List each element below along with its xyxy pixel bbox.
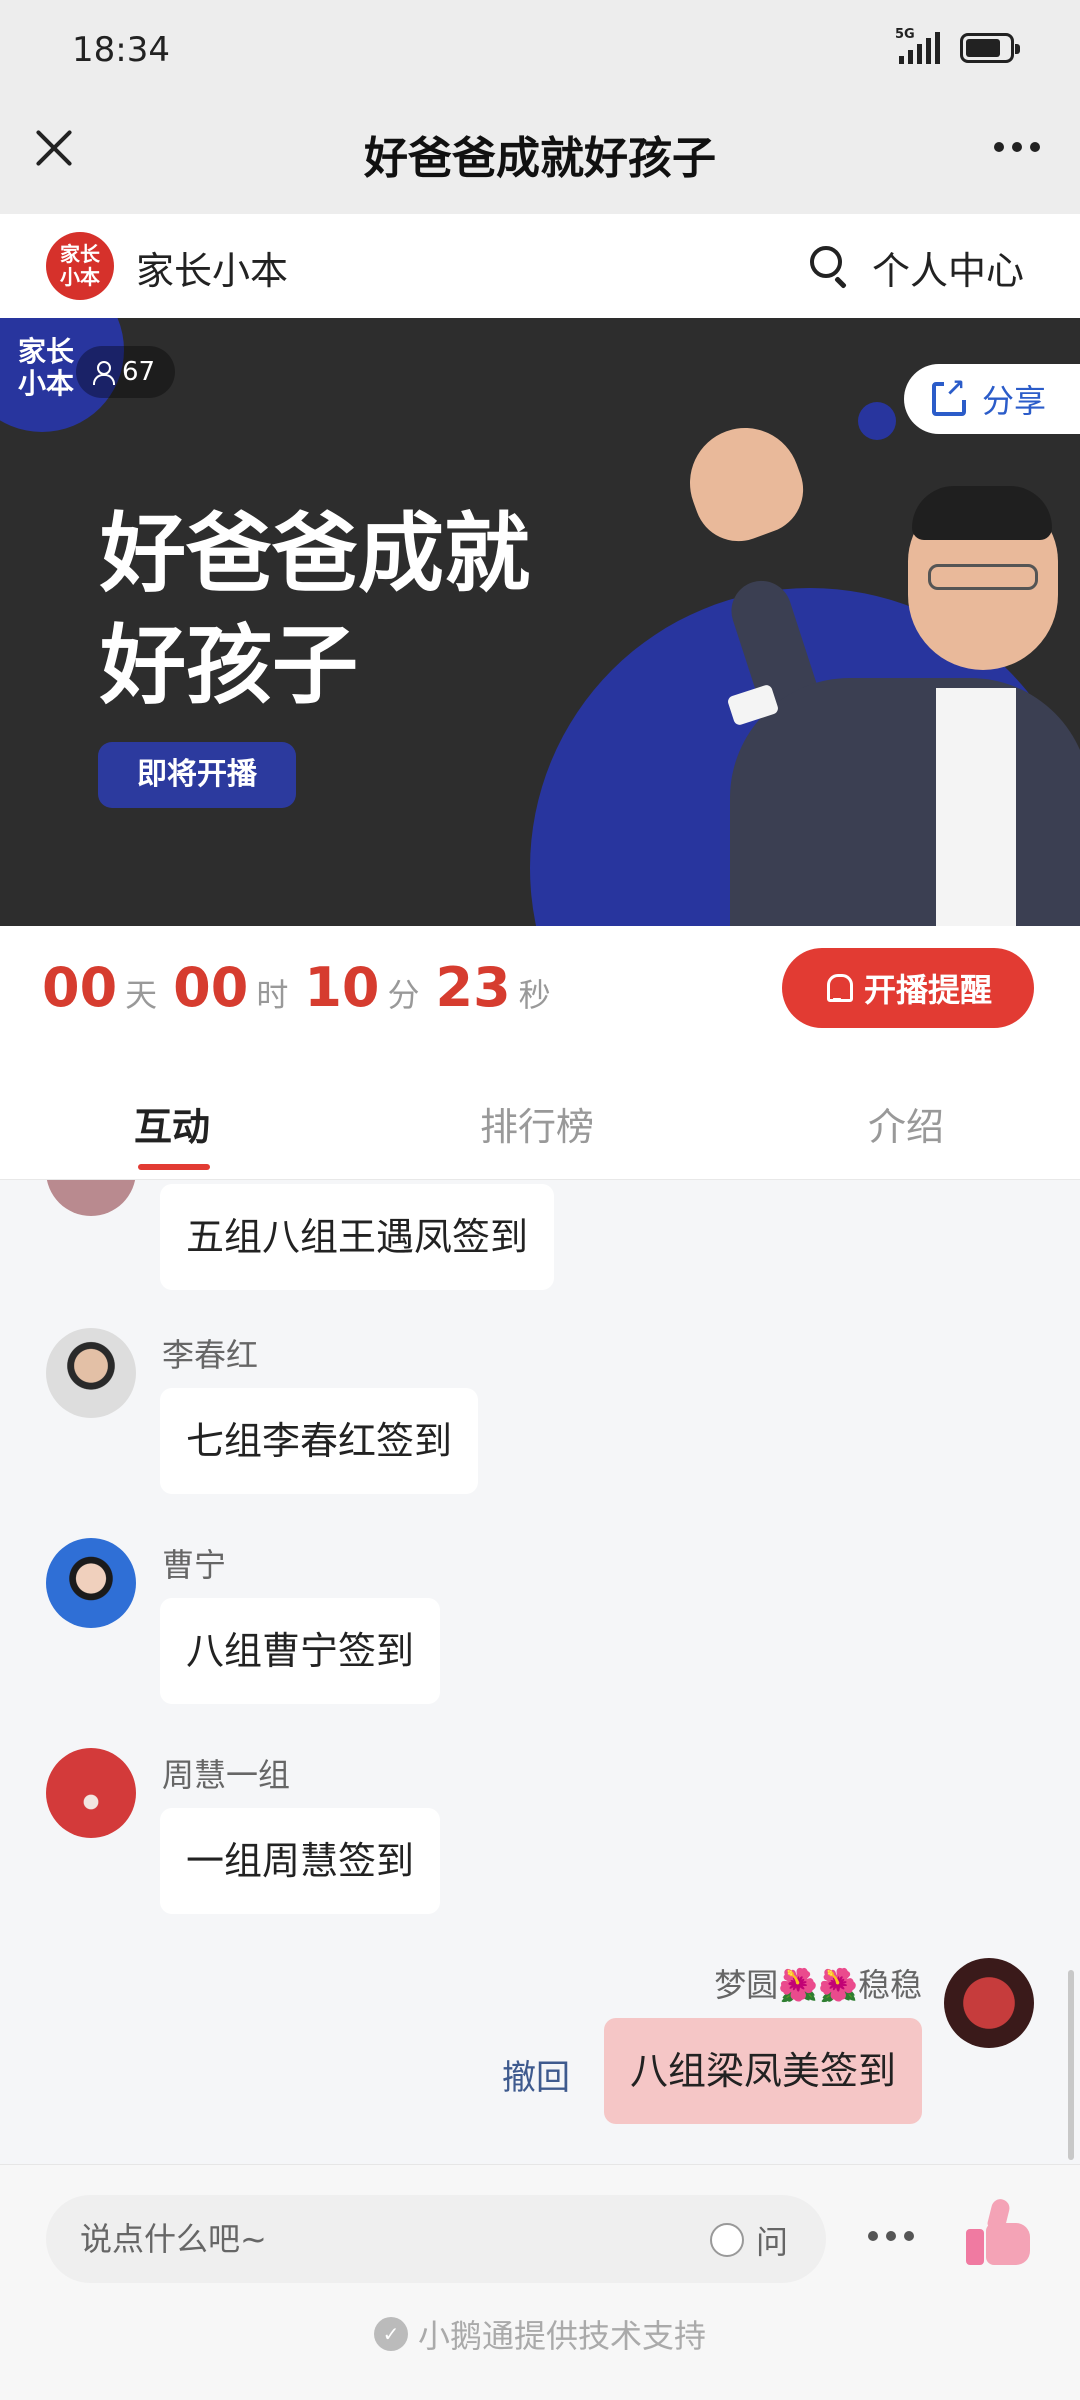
sender-name: 李春红 xyxy=(162,1336,259,1374)
chat-list[interactable]: 五组八组王遇凤签到 李春红 七组李春红签到 曹宁 八组曹宁签到 周慧一组 一组周… xyxy=(0,1180,1080,2164)
avatar[interactable] xyxy=(46,1180,136,1216)
presenter-photo xyxy=(674,412,1080,926)
coming-soon-badge: 即将开播 xyxy=(98,742,296,808)
countdown-seconds: 23 xyxy=(435,956,511,1019)
retract-link[interactable]: 撤回 xyxy=(502,2050,570,2099)
more-options-icon[interactable] xyxy=(994,142,1040,152)
signal-icon: 5G xyxy=(895,28,940,64)
viewer-count-badge: 67 xyxy=(76,346,176,398)
ask-toggle[interactable]: 问 xyxy=(710,2217,788,2263)
tab-bar: 互动 排行榜 介绍 xyxy=(0,1052,1080,1180)
nav-bar: 好爸爸成就好孩子 xyxy=(0,96,1080,214)
battery-icon xyxy=(960,33,1020,63)
shop-header: 家长 小本 家长小本 个人中心 xyxy=(0,214,1080,318)
ask-radio[interactable] xyxy=(710,2223,744,2257)
status-bar: 18:34 5G xyxy=(0,0,1080,96)
avatar[interactable] xyxy=(944,1958,1034,2048)
share-label: 分享 xyxy=(982,382,1047,420)
viewer-count: 67 xyxy=(122,357,156,387)
active-tab-indicator xyxy=(138,1164,210,1170)
credit-text: 小鹅通提供技术支持 xyxy=(417,2317,706,2355)
search-icon[interactable] xyxy=(808,244,852,289)
share-icon xyxy=(932,376,967,416)
live-cover-banner: 家长小本 67 分享 好爸爸成就 好孩子 即将开播 xyxy=(0,318,1080,926)
countdown-minutes: 10 xyxy=(304,956,380,1019)
avatar[interactable] xyxy=(46,1748,136,1838)
footer-credit: ✓ 小鹅通提供技术支持 xyxy=(0,2311,1080,2357)
network-type: 5G xyxy=(895,27,915,42)
xiaoe-logo-icon: ✓ xyxy=(373,2317,408,2351)
avatar[interactable] xyxy=(46,1328,136,1418)
hours-unit: 时 xyxy=(256,976,289,1014)
share-button[interactable]: 分享 xyxy=(904,364,1080,434)
scrollbar[interactable] xyxy=(1068,1970,1074,2160)
more-actions-icon[interactable] xyxy=(868,2231,914,2241)
bottom-input-bar: 问 ✓ 小鹅通提供技术支持 xyxy=(0,2164,1080,2400)
status-icons: 5G xyxy=(895,28,1020,64)
sender-name: 梦圆🌺🌺稳稳 xyxy=(714,1966,922,2004)
message-bubble[interactable]: 五组八组王遇凤签到 xyxy=(160,1184,555,1290)
tab-introduction[interactable]: 介绍 xyxy=(868,1096,944,1151)
banner-title-line2: 好孩子 xyxy=(100,616,358,716)
message-bubble[interactable]: 八组曹宁签到 xyxy=(160,1598,441,1704)
sender-name: 周慧一组 xyxy=(162,1756,291,1794)
page-title: 好爸爸成就好孩子 xyxy=(364,133,716,184)
message-bubble[interactable]: 一组周慧签到 xyxy=(160,1808,441,1914)
countdown-hours: 00 xyxy=(173,956,249,1019)
message-bubble[interactable]: 七组李春红签到 xyxy=(160,1388,479,1494)
tab-ranking[interactable]: 排行榜 xyxy=(480,1096,594,1151)
shop-name[interactable]: 家长小本 xyxy=(136,240,288,295)
corner-logo: 家长 小本 xyxy=(18,335,75,400)
live-reminder-label: 开播提醒 xyxy=(863,971,992,1009)
comment-input[interactable] xyxy=(80,2195,680,2283)
personal-center-link[interactable]: 个人中心 xyxy=(872,240,1024,295)
comment-input-box: 问 xyxy=(46,2195,826,2283)
bell-icon xyxy=(824,974,853,1002)
message-bubble[interactable]: 八组梁凤美签到 xyxy=(603,2018,922,2124)
live-reminder-button[interactable]: 开播提醒 xyxy=(782,948,1034,1028)
banner-title: 好爸爸成就 好孩子 xyxy=(100,498,530,722)
avatar[interactable] xyxy=(46,1538,136,1628)
status-time: 18:34 xyxy=(72,30,170,70)
minutes-unit: 分 xyxy=(387,976,420,1014)
sender-name: 曹宁 xyxy=(162,1546,227,1584)
banner-title-line1: 好爸爸成就 xyxy=(100,504,530,604)
seconds-unit: 秒 xyxy=(518,976,551,1014)
days-unit: 天 xyxy=(125,976,158,1014)
countdown-timer: 00 天 00 时 10 分 23 秒 xyxy=(42,956,567,1019)
countdown-bar: 00 天 00 时 10 分 23 秒 开播提醒 xyxy=(0,926,1080,1052)
countdown-days: 00 xyxy=(42,956,118,1019)
person-icon xyxy=(92,361,115,385)
shop-logo[interactable]: 家长 小本 xyxy=(46,232,114,300)
tab-interaction[interactable]: 互动 xyxy=(134,1096,210,1151)
ask-label: 问 xyxy=(756,2223,789,2261)
like-icon[interactable] xyxy=(962,2197,1032,2267)
